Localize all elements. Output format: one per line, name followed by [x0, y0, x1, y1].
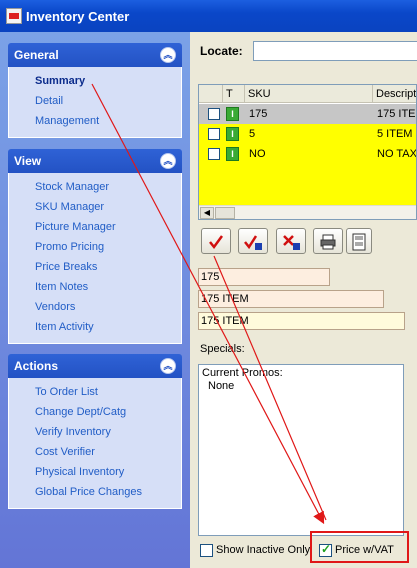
inventory-grid[interactable]: T SKU Descript I 175 175 ITEM I 5 5 ITEM… [198, 84, 417, 220]
print-icon [320, 234, 336, 250]
column-header-type[interactable]: T [223, 85, 245, 103]
sidebar-item-detail[interactable]: Detail [35, 91, 181, 111]
x-a-button[interactable] [276, 228, 306, 254]
sidebar-item-change-dept-catg[interactable]: Change Dept/Catg [35, 402, 181, 422]
grid-body: I 175 175 ITEM I 5 5 ITEM I NO NO TAX [199, 104, 416, 206]
sidebar-item-sku-manager[interactable]: SKU Manager [35, 197, 181, 217]
sku-cell: 5 [249, 128, 256, 140]
specials-textbox[interactable]: Current Promos: None [198, 364, 404, 536]
title-bar: Inventory Center [0, 0, 417, 32]
show-inactive-checkbox[interactable] [200, 544, 213, 557]
description-field[interactable]: 175 ITEM [198, 290, 384, 308]
group-view-header[interactable]: View ︽ [8, 149, 182, 173]
check-icon [209, 235, 224, 250]
check-a-icon [244, 235, 262, 250]
locate-label: Locate: [200, 44, 243, 58]
sku-cell: NO [249, 148, 266, 160]
collapse-icon[interactable]: ︽ [160, 153, 176, 169]
group-view-title: View [14, 154, 42, 168]
show-inactive-label[interactable]: Show Inactive Only [216, 544, 310, 556]
group-view: View ︽ Stock Manager SKU Manager Picture… [8, 149, 182, 344]
sku-field[interactable]: 175 [198, 268, 330, 286]
group-general-header[interactable]: General ︽ [8, 43, 182, 67]
group-actions-header[interactable]: Actions ︽ [8, 354, 182, 378]
current-promos-value: None [208, 380, 235, 392]
options-bar: Show Inactive Only Price w/VAT [198, 540, 417, 562]
sidebar-item-picture-manager[interactable]: Picture Manager [35, 217, 181, 237]
description-cell: 5 ITEM [377, 128, 413, 140]
row-checkbox[interactable] [208, 128, 220, 140]
group-actions-title: Actions [14, 359, 59, 373]
sidebar-item-management[interactable]: Management [35, 111, 181, 131]
group-general: General ︽ Summary Detail Management [8, 43, 182, 138]
print-button[interactable] [313, 228, 343, 254]
sidebar-item-promo-pricing[interactable]: Promo Pricing [35, 237, 181, 257]
locate-bar: Locate: [190, 32, 417, 68]
sidebar-item-price-breaks[interactable]: Price Breaks [35, 257, 181, 277]
price-vat-label[interactable]: Price w/VAT [335, 544, 394, 556]
group-general-title: General [14, 48, 59, 62]
description-cell: 175 ITEM [377, 108, 416, 120]
check-button[interactable] [201, 228, 231, 254]
horizontal-scrollbar[interactable]: ◀ [199, 205, 416, 219]
sidebar-item-stock-manager[interactable]: Stock Manager [35, 177, 181, 197]
film-button[interactable] [346, 228, 372, 254]
sidebar-item-vendors[interactable]: Vendors [35, 297, 181, 317]
item-type-icon: I [226, 127, 239, 141]
app-icon [6, 8, 22, 24]
sidebar-item-global-price-changes[interactable]: Global Price Changes [35, 482, 181, 502]
task-pane: General ︽ Summary Detail Management View… [0, 32, 190, 568]
description-cell: NO TAX [377, 148, 417, 160]
table-row[interactable]: I 5 5 ITEM [199, 124, 416, 144]
sku-cell: 175 [249, 108, 268, 120]
collapse-icon[interactable]: ︽ [160, 358, 176, 374]
sidebar-item-verify-inventory[interactable]: Verify Inventory [35, 422, 181, 442]
grid-header: T SKU Descript [199, 85, 416, 103]
check-a-button[interactable] [238, 228, 268, 254]
item-type-icon: I [226, 107, 239, 121]
sidebar-item-item-notes[interactable]: Item Notes [35, 277, 181, 297]
group-actions: Actions ︽ To Order List Change Dept/Catg… [8, 354, 182, 509]
sidebar-item-summary[interactable]: Summary [35, 71, 181, 91]
column-header-description[interactable]: Descript [373, 85, 416, 103]
x-a-icon [283, 235, 300, 250]
collapse-icon[interactable]: ︽ [160, 47, 176, 63]
price-vat-checkbox[interactable] [319, 542, 332, 557]
column-header-sku[interactable]: SKU [245, 85, 373, 103]
table-row[interactable]: I NO NO TAX [199, 144, 416, 164]
sidebar-item-to-order-list[interactable]: To Order List [35, 382, 181, 402]
description2-field[interactable]: 175 ITEM [198, 312, 405, 330]
film-icon [352, 233, 366, 251]
sidebar-item-cost-verifier[interactable]: Cost Verifier [35, 442, 181, 462]
scroll-left-icon[interactable]: ◀ [200, 207, 214, 219]
sidebar-item-item-activity[interactable]: Item Activity [35, 317, 181, 337]
sidebar-item-physical-inventory[interactable]: Physical Inventory [35, 462, 181, 482]
specials-label: Specials: [200, 343, 245, 355]
item-type-icon: I [226, 147, 239, 161]
scroll-thumb[interactable] [215, 207, 235, 219]
row-checkbox[interactable] [208, 148, 220, 160]
locate-input[interactable] [253, 41, 417, 61]
column-header-select[interactable] [199, 85, 223, 103]
table-row[interactable]: I 175 175 ITEM [199, 104, 416, 124]
window-title: Inventory Center [26, 8, 130, 24]
current-promos-label: Current Promos: [202, 367, 283, 379]
row-checkbox[interactable] [208, 108, 220, 120]
